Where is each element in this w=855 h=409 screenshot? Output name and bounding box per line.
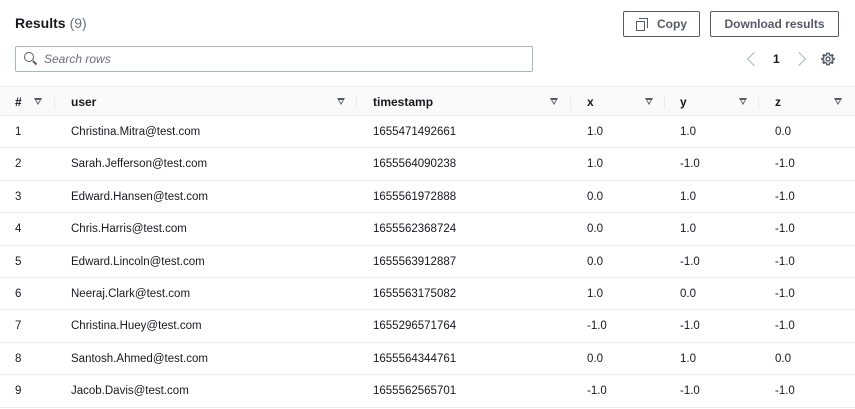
cell-index: 8 (15, 352, 22, 365)
column-header-index: # (15, 95, 22, 109)
cell-user: Edward.Hansen@test.com (71, 190, 208, 203)
column-divider[interactable] (356, 95, 357, 109)
cell-y: 0.0 (680, 287, 696, 300)
copy-button-label: Copy (657, 17, 687, 31)
cell-timestamp: 1655471492661 (373, 126, 457, 138)
cell-z: -1.0 (775, 320, 795, 333)
column-divider[interactable] (54, 95, 55, 109)
cell-y: 1.0 (680, 190, 696, 203)
cell-index: 2 (15, 158, 22, 171)
current-page[interactable]: 1 (773, 52, 780, 66)
cell-index: 4 (15, 223, 22, 236)
cell-y: -1.0 (680, 255, 700, 268)
copy-button[interactable]: Copy (623, 11, 700, 37)
column-divider[interactable] (664, 95, 665, 109)
table-row[interactable]: 6 Neeraj.Clark@test.com 1655563175082 1.… (0, 278, 855, 311)
column-header-z: z (775, 95, 781, 109)
cell-user: Christina.Mitra@test.com (71, 126, 201, 138)
cell-z: -1.0 (775, 158, 795, 171)
table-row[interactable]: 7 Christina.Huey@test.com 1655296571764 … (0, 310, 855, 343)
cell-y: 1.0 (680, 352, 696, 365)
download-results-button[interactable]: Download results (710, 11, 839, 37)
cell-z: -1.0 (775, 287, 795, 300)
settings-gear-icon[interactable] (821, 52, 835, 66)
search-box[interactable] (15, 46, 533, 72)
column-divider[interactable] (758, 95, 759, 109)
sort-caret-icon[interactable] (550, 98, 558, 105)
cell-user: Christina.Huey@test.com (71, 320, 202, 333)
sort-caret-icon[interactable] (645, 98, 653, 105)
column-header-timestamp: timestamp (373, 95, 434, 109)
download-button-label: Download results (724, 17, 825, 31)
cell-timestamp: 1655562565701 (373, 385, 457, 398)
table-row[interactable]: 3 Edward.Hansen@test.com 1655561972888 0… (0, 181, 855, 214)
cell-timestamp: 1655296571764 (373, 320, 457, 333)
cell-timestamp: 1655564090238 (373, 158, 457, 171)
copy-icon (636, 17, 649, 31)
cell-x: 0.0 (587, 255, 603, 268)
sort-caret-icon[interactable] (34, 98, 42, 105)
cell-y: -1.0 (680, 385, 700, 398)
cell-x: 1.0 (587, 126, 603, 138)
sort-caret-icon[interactable] (739, 98, 747, 105)
cell-user: Neeraj.Clark@test.com (71, 287, 191, 300)
cell-x: -1.0 (587, 385, 607, 398)
cell-z: 0.0 (775, 126, 791, 138)
column-header-x: x (587, 95, 594, 109)
sort-caret-icon[interactable] (337, 98, 345, 105)
table-header: # user timestamp x y z (0, 86, 855, 116)
cell-user: Jacob.Davis@test.com (71, 385, 189, 398)
cell-z: 0.0 (775, 352, 791, 365)
table-row[interactable]: 8 Santosh.Ahmed@test.com 1655564344761 0… (0, 343, 855, 376)
cell-y: -1.0 (680, 158, 700, 171)
cell-index: 5 (15, 255, 22, 268)
column-header-user: user (71, 95, 97, 109)
next-page-icon[interactable] (791, 51, 806, 67)
column-header-y: y (680, 95, 687, 109)
table-row[interactable]: 5 Edward.Lincoln@test.com 1655563912887 … (0, 246, 855, 278)
cell-user: Chris.Harris@test.com (71, 223, 187, 236)
cell-y: 1.0 (680, 223, 696, 236)
cell-z: -1.0 (775, 255, 795, 268)
results-header: Results (9) (15, 14, 87, 32)
table-body: 1 Christina.Mitra@test.com 1655471492661… (0, 116, 855, 408)
search-input[interactable] (44, 52, 524, 66)
cell-z: -1.0 (775, 190, 795, 203)
cell-index: 3 (15, 190, 22, 203)
cell-index: 6 (15, 287, 22, 300)
cell-y: 1.0 (680, 126, 696, 138)
cell-x: 1.0 (587, 158, 603, 171)
cell-user: Sarah.Jefferson@test.com (71, 158, 208, 171)
cell-z: -1.0 (775, 385, 795, 398)
cell-index: 7 (15, 320, 22, 333)
cell-timestamp: 1655563175082 (373, 287, 457, 300)
cell-z: -1.0 (775, 223, 795, 236)
cell-index: 1 (15, 126, 22, 138)
cell-x: 0.0 (587, 223, 603, 236)
page-title: Results (15, 15, 66, 31)
sort-caret-icon[interactable] (834, 98, 842, 105)
cell-timestamp: 1655564344761 (373, 352, 457, 365)
table-row[interactable]: 4 Chris.Harris@test.com 1655562368724 0.… (0, 213, 855, 246)
previous-page-icon[interactable] (746, 51, 762, 67)
cell-x: -1.0 (587, 320, 607, 333)
cell-timestamp: 1655561972888 (373, 190, 457, 203)
cell-user: Edward.Lincoln@test.com (71, 255, 205, 268)
table-row[interactable]: 9 Jacob.Davis@test.com 1655562565701 -1.… (0, 375, 855, 408)
cell-x: 1.0 (587, 287, 603, 300)
table-row[interactable]: 2 Sarah.Jefferson@test.com 1655564090238… (0, 148, 855, 181)
search-icon (24, 52, 38, 66)
table-row[interactable]: 1 Christina.Mitra@test.com 1655471492661… (0, 116, 855, 149)
cell-user: Santosh.Ahmed@test.com (71, 352, 208, 365)
column-divider[interactable] (570, 95, 571, 109)
cell-timestamp: 1655562368724 (373, 223, 457, 236)
cell-timestamp: 1655563912887 (373, 255, 457, 268)
results-count: (9) (69, 15, 87, 31)
cell-index: 9 (15, 385, 22, 398)
cell-x: 0.0 (587, 190, 603, 203)
pagination: 1 (745, 49, 808, 69)
cell-x: 0.0 (587, 352, 603, 365)
cell-y: -1.0 (680, 320, 700, 333)
